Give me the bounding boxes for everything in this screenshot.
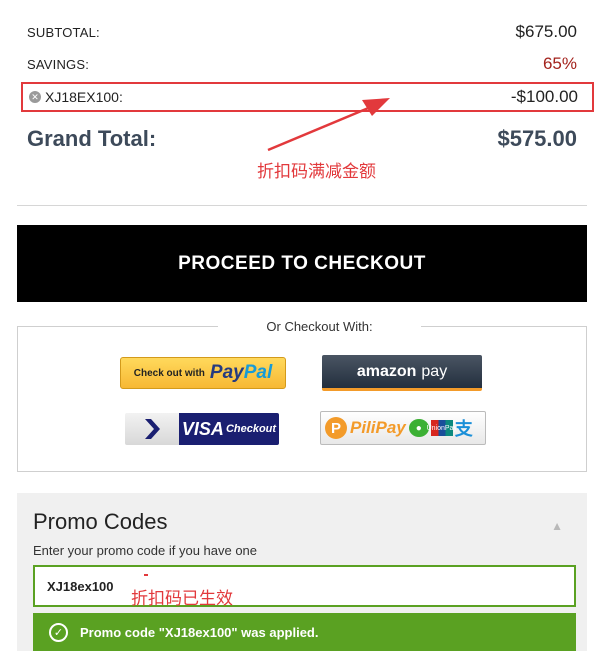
visa-checkout-button[interactable]: VISA Checkout bbox=[125, 413, 279, 445]
alternative-checkout-panel: Or Checkout With: Check out with PayPal … bbox=[17, 319, 587, 472]
annotation-tick bbox=[144, 574, 148, 576]
summary-divider bbox=[17, 205, 587, 206]
savings-row: SAVINGS: 65% bbox=[27, 54, 577, 74]
applied-promo-code-group: ✕ XJ18EX100: bbox=[29, 88, 123, 106]
caret-up-icon[interactable]: ▲ bbox=[551, 519, 563, 533]
proceed-to-checkout-button[interactable]: PROCEED TO CHECKOUT bbox=[17, 225, 587, 302]
subtotal-value: $675.00 bbox=[515, 22, 577, 41]
subtotal-row: SUBTOTAL: $675.00 bbox=[27, 22, 577, 42]
applied-promo-row-highlight: ✕ XJ18EX100: -$100.00 bbox=[21, 82, 594, 112]
discount-annotation: 折扣码满减金额 bbox=[257, 162, 376, 182]
applied-promo-discount: -$100.00 bbox=[510, 87, 578, 106]
promo-codes-title: Promo Codes bbox=[33, 509, 168, 534]
applied-annotation: 折扣码已生效 bbox=[131, 589, 233, 609]
savings-label: SAVINGS: bbox=[27, 56, 90, 72]
remove-circle-icon[interactable]: ✕ bbox=[29, 90, 41, 103]
paypal-logo: PayPal bbox=[209, 362, 273, 383]
unionpay-icon: UnionPay bbox=[427, 420, 457, 436]
visa-logo: VISA Checkout bbox=[179, 413, 279, 445]
amazon-pay-button[interactable]: amazon pay bbox=[322, 355, 482, 391]
check-circle-icon: ✓ bbox=[49, 622, 68, 642]
chevron-right-icon bbox=[145, 419, 160, 439]
pilipay-logo-icon: P bbox=[325, 417, 347, 439]
subtotal-label: SUBTOTAL: bbox=[27, 24, 100, 40]
pilipay-button[interactable]: P PiliPay ● UnionPay 支 bbox=[320, 411, 486, 445]
promo-codes-section: Promo Codes ▲ Enter your promo code if y… bbox=[17, 493, 587, 651]
visa-big-text: VISA bbox=[181, 418, 224, 439]
alipay-icon: 支 bbox=[454, 419, 473, 439]
promo-codes-subtitle: Enter your promo code if you have one bbox=[33, 543, 258, 558]
grand-total-value: $575.00 bbox=[497, 126, 577, 151]
grand-total-row: Grand Total: $575.00 bbox=[27, 126, 577, 152]
amazon-pay-text: pay bbox=[421, 362, 448, 380]
paypal-small-label: Check out with bbox=[133, 367, 205, 379]
promo-code-field bbox=[33, 565, 576, 607]
amazon-logo-text: amazon bbox=[356, 362, 417, 380]
savings-value: 65% bbox=[542, 54, 577, 73]
applied-promo-row: ✕ XJ18EX100: -$100.00 bbox=[29, 84, 578, 110]
visa-arrow-panel bbox=[125, 413, 179, 445]
visa-small-text: Checkout bbox=[225, 423, 277, 435]
grand-total-label: Grand Total: bbox=[27, 126, 157, 151]
promo-success-message: Promo code "XJ18ex100" was applied. bbox=[80, 624, 319, 640]
applied-promo-code: XJ18EX100: bbox=[45, 88, 123, 105]
promo-success-banner: ✓ Promo code "XJ18ex100" was applied. bbox=[33, 613, 576, 651]
alternative-checkout-title: Or Checkout With: bbox=[218, 319, 421, 334]
pilipay-text: PiliPay bbox=[350, 418, 406, 437]
promo-code-input[interactable] bbox=[35, 567, 574, 605]
paypal-checkout-button[interactable]: Check out with PayPal bbox=[120, 357, 286, 389]
